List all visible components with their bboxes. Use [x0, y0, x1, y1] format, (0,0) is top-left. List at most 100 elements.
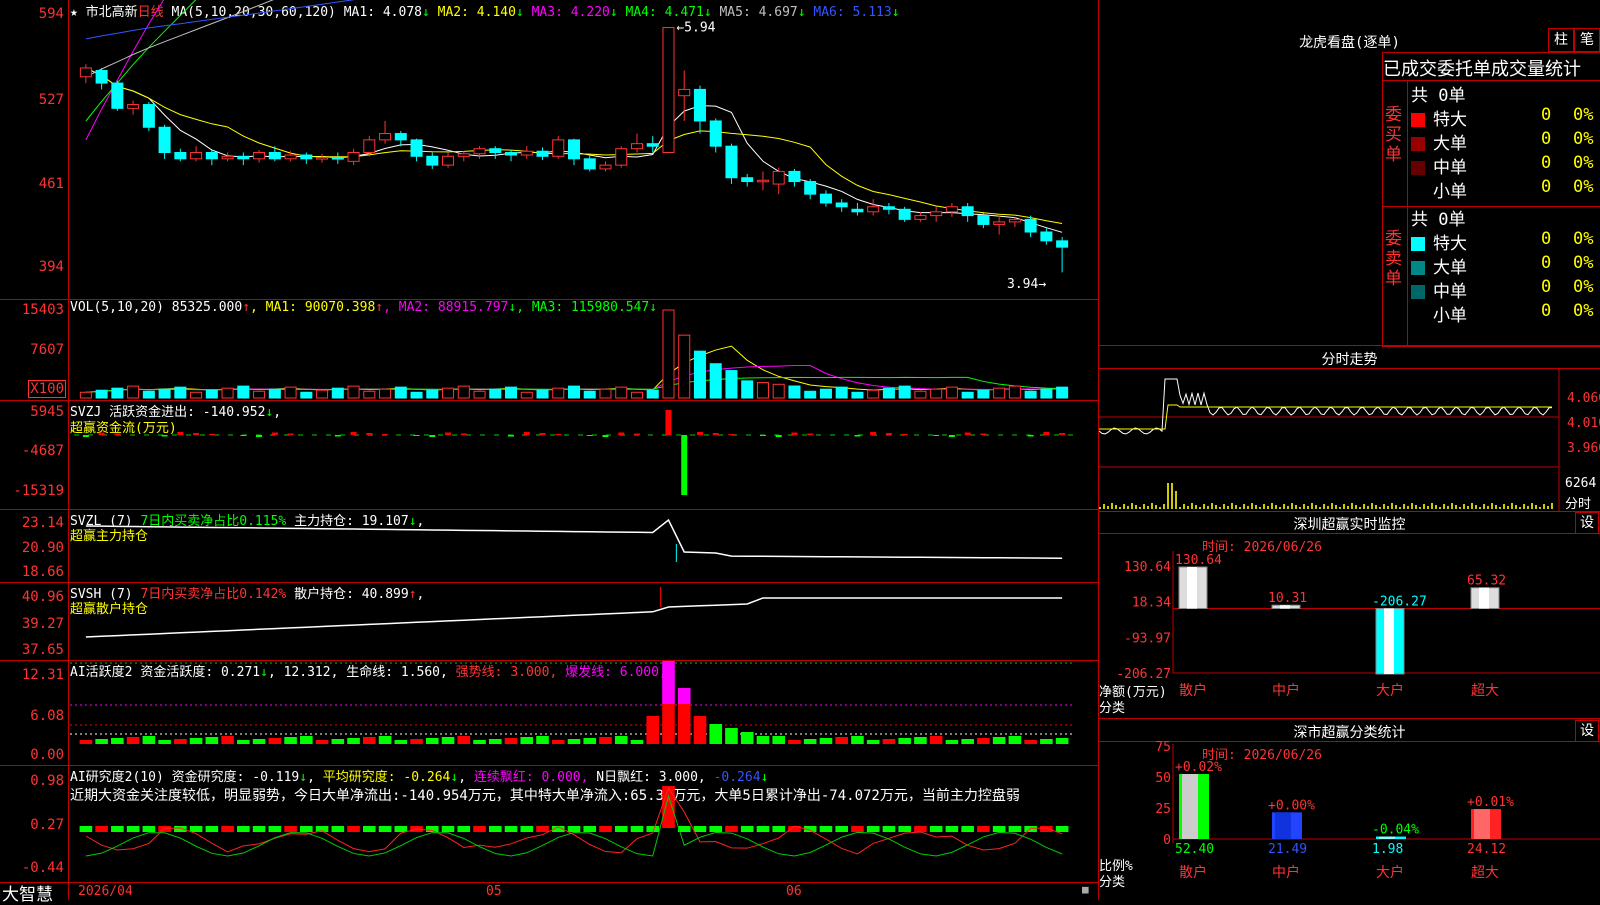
candle — [615, 148, 628, 166]
vol-unit-badge[interactable]: X100 — [28, 380, 66, 398]
date-tick: 06 — [786, 884, 802, 899]
net-bar-highlight — [1384, 608, 1394, 674]
y-tick: 39.27 — [21, 616, 64, 632]
intraday-vol-bar — [1383, 504, 1385, 509]
intraday-vol-bar — [1495, 505, 1497, 509]
tab-tick[interactable]: 笔 — [1574, 28, 1600, 52]
intraday-vol-bar — [1143, 504, 1145, 509]
intraday-vol-bar — [1451, 503, 1453, 509]
research-bar — [331, 826, 345, 832]
active-bar — [410, 739, 423, 744]
y-tick: 594 — [38, 6, 64, 22]
research-bar — [252, 826, 266, 832]
candle — [583, 158, 596, 170]
intraday-vol-bar — [1115, 505, 1117, 509]
flow-bar — [775, 435, 782, 437]
ai-active-chart[interactable] — [70, 661, 1098, 765]
active-bar — [504, 738, 518, 744]
intraday-vol-bar — [1107, 506, 1109, 509]
vol-bar — [961, 391, 974, 399]
vol-bar — [583, 390, 596, 399]
y-tick: 50 — [1155, 771, 1171, 786]
order-type: 小单 — [1433, 306, 1467, 326]
candle — [867, 206, 880, 213]
flow-bar — [759, 435, 766, 436]
intraday-panel[interactable]: 分时走势 4.060 4.010 3.960 6264 分时 — [1099, 345, 1600, 512]
monitor-chart[interactable]: 130.64 18.34 -93.97 -206.27 130.64 散户 10.31 中户 -… — [1099, 511, 1600, 718]
svsh-panel[interactable]: SVSH (7) 7日内买卖净占比0.142% 散户持仓: 40.899↑, 超… — [0, 583, 1098, 661]
class-panel[interactable]: 深市超赢分类统计 设 时间: 2026/06/26 比例% 分类 75 50 25 0… — [1099, 719, 1600, 900]
vol-bar — [284, 386, 297, 399]
flow-bar — [1043, 432, 1050, 435]
research-bar — [567, 826, 581, 832]
date-tick: 05 — [486, 884, 502, 899]
svzj-chart[interactable] — [70, 401, 1098, 509]
intraday-chart[interactable] — [1099, 369, 1600, 511]
research-bar — [945, 826, 959, 832]
active-bar — [441, 737, 455, 744]
intraday-vol-bar — [1431, 503, 1433, 509]
research-bar — [536, 826, 549, 832]
monitor-panel[interactable]: 深圳超赢实时监控 设 时间: 2026/06/26 净额(万元) 分类 130.… — [1099, 511, 1600, 719]
order-pct: 0% — [1573, 105, 1594, 125]
intraday-vol-bar — [1171, 483, 1173, 509]
ai-research-chart[interactable] — [70, 766, 1098, 882]
candle — [898, 208, 911, 220]
intraday-vol-bar — [1323, 504, 1325, 509]
intraday-vol-bar — [1111, 503, 1113, 509]
category-label: 散户 — [1179, 682, 1207, 699]
vol-bar — [1024, 390, 1037, 399]
vol-bar — [898, 385, 911, 399]
ai-research-y-axis: 0.98 0.27 -0.44 — [0, 766, 68, 882]
candle — [331, 157, 344, 160]
svzl-panel[interactable]: SVZL (7) 7日内买卖净占比0.115% 主力持仓: 19.107↓, 超… — [0, 510, 1098, 583]
y-tick: 18.66 — [21, 564, 64, 580]
vol-bar — [945, 386, 958, 399]
candle — [489, 148, 502, 153]
research-bar — [756, 826, 770, 832]
kline-panel[interactable]: ★ 市北高新日线 MA(5,10,20,30,60,120) MA1: 4.07… — [0, 0, 1098, 300]
vol-bar — [788, 385, 801, 399]
order-row: 特大 0 0% — [1411, 229, 1593, 254]
volume-panel[interactable]: VOL(5,10,20) 85325.000↑, MA1: 90070.398↑… — [0, 300, 1098, 401]
vol-bar — [536, 389, 549, 399]
flow-bar — [885, 433, 892, 435]
intraday-vol-bar — [1371, 503, 1373, 509]
flow-bar — [508, 435, 515, 437]
candle — [1040, 231, 1053, 242]
svzj-panel[interactable]: SVZJ 活跃资金进出: -140.952↓, 超赢资金流(万元) 5945 -… — [0, 401, 1098, 510]
flow-bar — [413, 435, 420, 436]
kline-chart[interactable]: ←5.94 3.94→ — [70, 0, 1098, 299]
category-label: 大户 — [1376, 682, 1404, 699]
net-bar-highlight — [1479, 587, 1489, 609]
active-bar — [473, 740, 486, 744]
svzl-chart[interactable] — [70, 510, 1098, 582]
ai-active-panel[interactable]: AI活跃度2 资金活跃度: 0.271↓, 12.312, 生命线: 1.560… — [0, 661, 1098, 766]
svzj-y-axis: 5945 -4687 -15319 — [0, 401, 68, 509]
intraday-vol-bar — [1263, 504, 1265, 509]
candle — [709, 120, 722, 147]
candle — [174, 152, 187, 160]
y-tick: 0.98 — [30, 773, 64, 789]
ai-research-panel[interactable]: AI研究度2(10) 资金研究度: -0.119↓, 平均研究度: -0.264… — [0, 766, 1098, 882]
tab-column[interactable]: 柱 — [1548, 28, 1574, 52]
order-type: 大单 — [1433, 134, 1467, 154]
research-bar — [961, 826, 974, 832]
svsh-chart[interactable] — [70, 583, 1098, 660]
ratio-value: 24.12 — [1467, 842, 1506, 857]
intraday-vol-bar — [1515, 505, 1517, 509]
class-chart[interactable]: 75 50 25 0 +0.02% 52.40 散户 +0.00% 21.49 中户 -0.04% 1… — [1099, 719, 1600, 900]
flow-bar — [193, 433, 200, 435]
intraday-vol-bar — [1343, 504, 1345, 509]
order-pct: 0% — [1573, 177, 1594, 197]
candle — [882, 206, 895, 210]
bar-value: 65.32 — [1467, 574, 1506, 589]
intraday-vol-bar — [1287, 506, 1289, 509]
lock-icon[interactable]: ■ — [1082, 883, 1089, 896]
volume-chart[interactable] — [70, 300, 1098, 400]
bar-value: 130.64 — [1175, 553, 1222, 568]
candle — [1024, 218, 1037, 233]
intraday-vol-bar — [1463, 504, 1465, 509]
order-row: 中单 0 0% — [1411, 277, 1593, 302]
flow-bar — [177, 432, 184, 435]
